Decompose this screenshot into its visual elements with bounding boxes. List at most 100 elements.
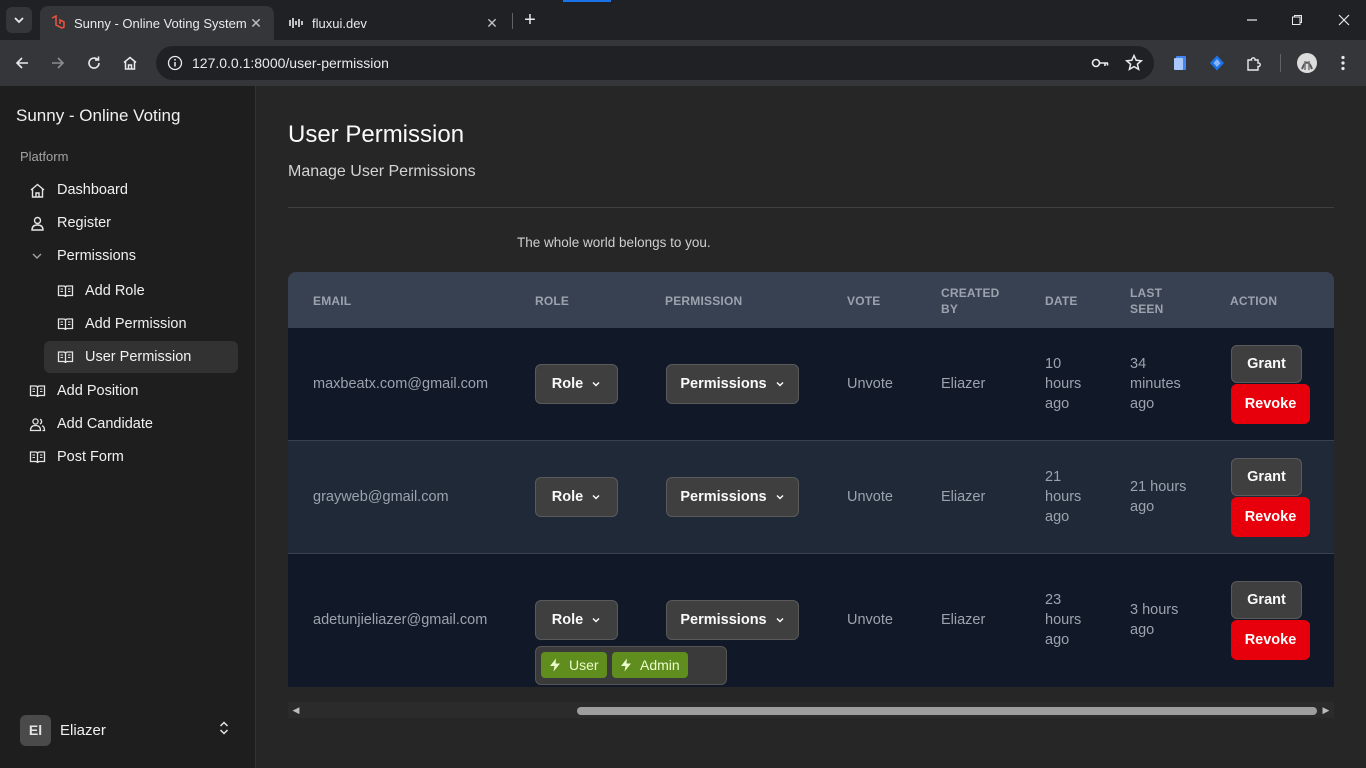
minimize-button[interactable] [1240, 8, 1264, 32]
docs-extension-icon[interactable] [1170, 52, 1192, 74]
permission-tag-admin[interactable]: Admin [612, 652, 688, 678]
sidebar-item-add-role[interactable]: Add Role [44, 276, 238, 306]
permission-tag-user[interactable]: User [541, 652, 607, 678]
address-bar[interactable]: 127.0.0.1:8000/user-permission [156, 46, 1154, 80]
role-dropdown[interactable]: Role [535, 364, 618, 404]
col-action: ACTION [1230, 294, 1278, 308]
tag-label: User [569, 657, 599, 673]
role-dropdown[interactable]: Role [535, 477, 618, 517]
vote-cell[interactable]: Unvote [847, 610, 893, 630]
browser-tabbar: Sunny - Online Voting System ✕ fluxui.de… [0, 0, 1366, 40]
browser-menu-button[interactable] [1332, 52, 1354, 74]
toolbar-separator [1280, 54, 1281, 72]
revoke-button[interactable]: Revoke [1231, 620, 1310, 660]
created-by-cell: Eliazer [941, 489, 986, 505]
sidebar-item-add-candidate[interactable]: Add Candidate [20, 409, 238, 439]
scroll-right-icon[interactable]: ▶ [1321, 705, 1331, 715]
tab-search-button[interactable] [6, 7, 32, 33]
last-seen-line: 21 hours [1130, 479, 1187, 495]
book-icon [28, 382, 46, 400]
date-line: hours [1045, 489, 1082, 505]
role-dropdown[interactable]: Role [535, 600, 618, 640]
sidebar-item-permissions[interactable]: Permissions [20, 241, 238, 271]
page-subtitle: Manage User Permissions [288, 163, 476, 180]
site-info-icon[interactable] [158, 55, 192, 71]
permissions-dropdown[interactable]: Permissions [666, 600, 799, 640]
date-line: ago [1045, 509, 1070, 525]
sidebar-item-dashboard[interactable]: Dashboard [20, 175, 238, 205]
new-tab-button[interactable]: + [520, 9, 540, 31]
brand-title[interactable]: Sunny - Online Voting [16, 106, 180, 126]
sidebar-item-add-permission[interactable]: Add Permission [44, 309, 238, 339]
tab-indicator [563, 0, 611, 2]
page-title: User Permission [288, 121, 465, 148]
tab-fluxui[interactable]: fluxui.dev ✕ [278, 6, 510, 40]
date-line: hours [1045, 612, 1082, 628]
grant-button[interactable]: Grant [1231, 581, 1302, 619]
sidebar-item-user-permission[interactable]: User Permission [44, 341, 238, 373]
permissions-dropdown[interactable]: Permissions [666, 477, 799, 517]
book-icon [28, 448, 46, 466]
main-content: User Permission Manage User Permissions … [256, 86, 1366, 768]
date-line: 21 [1045, 469, 1062, 485]
close-icon [1338, 14, 1350, 26]
arrow-left-icon [15, 57, 28, 69]
created-by-cell: Eliazer [941, 612, 986, 628]
vote-cell[interactable]: Unvote [847, 487, 893, 507]
puzzle-extension-icon[interactable] [1243, 52, 1265, 74]
reload-button[interactable] [82, 51, 106, 75]
close-tab-icon[interactable]: ✕ [246, 13, 266, 33]
sidebar-item-post-form[interactable]: Post Form [20, 442, 238, 472]
chevron-down-icon [592, 617, 600, 623]
last-seen-line: ago [1130, 622, 1155, 638]
bolt-icon [550, 658, 560, 672]
close-window-button[interactable] [1332, 8, 1356, 32]
date-line: 23 [1045, 592, 1062, 608]
revoke-button[interactable]: Revoke [1231, 497, 1310, 537]
date-line: 10 [1045, 356, 1062, 372]
revoke-button[interactable]: Revoke [1231, 384, 1310, 424]
bolt-icon [621, 658, 631, 672]
profile-avatar-icon[interactable] [1296, 52, 1318, 74]
sidebar-item-label: User Permission [85, 349, 192, 365]
restore-button[interactable] [1285, 8, 1309, 32]
table-header: EMAIL ROLE PERMISSION VOTE CREATED BY DA… [288, 272, 1334, 328]
date-cell: 23 hours ago [1045, 590, 1081, 650]
back-button[interactable] [10, 51, 34, 75]
last-seen-cell: 34 minutes ago [1130, 354, 1181, 414]
scrollbar-thumb[interactable] [577, 707, 1317, 715]
last-seen-line: minutes [1130, 376, 1181, 392]
user-menu[interactable]: El Eliazer [20, 714, 230, 746]
chevron-down-icon [592, 494, 600, 500]
tab-sunny-voting[interactable]: Sunny - Online Voting System ✕ [40, 6, 274, 40]
vote-cell[interactable]: Unvote [847, 374, 893, 394]
sidebar-item-register[interactable]: Register [20, 208, 238, 238]
table-horizontal-scrollbar[interactable]: ◀ ▶ [288, 702, 1334, 718]
key-icon[interactable] [1090, 53, 1110, 73]
last-seen-cell: 21 hours ago [1130, 477, 1186, 517]
book-icon [56, 348, 74, 366]
date-line: ago [1045, 396, 1070, 412]
grant-button[interactable]: Grant [1231, 345, 1302, 383]
permissions-dropdown[interactable]: Permissions [666, 364, 799, 404]
avatar: El [20, 714, 51, 746]
email-cell: maxbeatx.com@gmail.com [313, 376, 489, 392]
shield-extension-icon[interactable] [1206, 52, 1228, 74]
col-created-by: CREATED BY [941, 285, 1000, 317]
close-tab-icon[interactable]: ✕ [482, 13, 502, 33]
chevron-down-icon [592, 381, 600, 387]
grant-button[interactable]: Grant [1231, 458, 1302, 496]
sidebar: Sunny - Online Voting Platform Dashboard… [0, 86, 256, 768]
tag-label: Admin [640, 657, 680, 673]
home-icon [28, 181, 46, 199]
home-button[interactable] [118, 51, 142, 75]
col-last-seen-line1: LAST [1130, 286, 1163, 300]
permissions-dropdown-label: Permissions [680, 489, 767, 505]
forward-button[interactable] [46, 51, 70, 75]
users-icon [28, 415, 46, 433]
sidebar-item-label: Register [57, 215, 111, 231]
sidebar-item-add-position[interactable]: Add Position [20, 376, 238, 406]
star-icon[interactable] [1124, 53, 1144, 73]
scroll-left-icon[interactable]: ◀ [291, 705, 301, 715]
date-cell: 10 hours ago [1045, 354, 1081, 414]
